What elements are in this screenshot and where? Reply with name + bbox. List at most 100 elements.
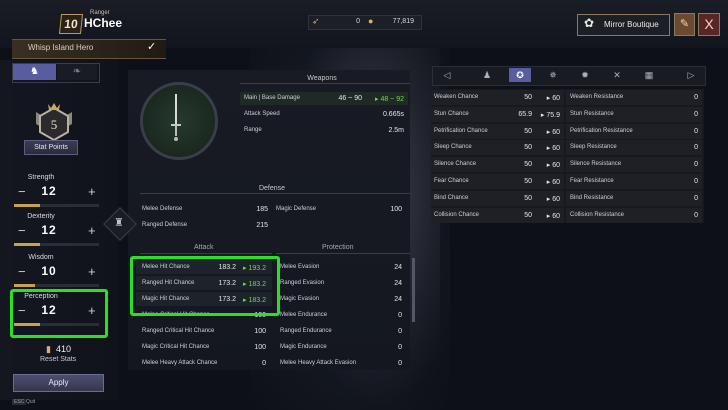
reset-cost: 410	[56, 344, 72, 354]
chance-new: ▸ 60	[546, 162, 560, 169]
reset-stats-button[interactable]: Reset Stats	[40, 356, 76, 363]
melee-defense-label: Melee Defense	[142, 206, 183, 212]
stat-value: 12	[41, 184, 57, 198]
plus-button[interactable]: +	[88, 264, 96, 279]
stat-bar	[14, 243, 99, 246]
resistance-label: Fear Resistance	[570, 178, 614, 184]
perception-highlight	[10, 289, 108, 338]
tab-monster[interactable]: ✹	[574, 68, 596, 82]
tab-other[interactable]: ❧	[57, 64, 97, 80]
attack-row-label: Melee Heavy Attack Chance	[142, 360, 218, 366]
scrollbar[interactable]	[412, 258, 415, 322]
plus-button[interactable]: +	[88, 223, 96, 238]
tab-beast[interactable]: ✵	[542, 68, 564, 82]
resistance-label: Bind Resistance	[570, 195, 614, 201]
resistance-value: 0	[694, 144, 698, 151]
hit-chance-highlight	[130, 256, 280, 316]
check-icon[interactable]: ✓	[147, 40, 156, 53]
resistance-value: 0	[694, 195, 698, 202]
chance-label: Collision Chance	[434, 212, 480, 218]
magic-defense-value: 100	[390, 206, 402, 213]
plus-button[interactable]: +	[88, 184, 96, 199]
attack-row-label: Ranged Critical Hit Chance	[142, 328, 215, 334]
stat-bar-fill	[14, 284, 36, 287]
coin-icon: ●	[368, 16, 374, 26]
tab-stats[interactable]: ♞	[13, 64, 56, 80]
defense-title: Defense	[258, 185, 286, 192]
protection-row-value: 0	[398, 344, 402, 351]
character-name: HChee	[84, 16, 123, 30]
tab-protection[interactable]: Protection	[322, 244, 354, 251]
attack-row-value: 100	[254, 328, 266, 335]
stat-name: Wisdom	[28, 254, 54, 261]
tab-attack[interactable]: Attack	[194, 244, 213, 251]
weapon-base-damage-new: ▸ 48 ~ 92	[374, 96, 404, 103]
resistance-label: Petrification Resistance	[570, 128, 633, 134]
chance-label: Bind Chance	[434, 195, 469, 201]
title-label: Whisp Island Hero	[28, 43, 94, 52]
resistance-value: 0	[694, 161, 698, 168]
attack-speed-value: 0.665s	[382, 111, 404, 118]
ranged-defense-label: Ranged Defense	[142, 222, 188, 228]
mirror-icon: ✿	[584, 16, 595, 30]
chance-label: Petrification Chance	[434, 128, 488, 134]
attack-speed-label: Attack Speed	[244, 111, 280, 117]
resistance-label: Stun Resistance	[570, 111, 614, 117]
currency-b-value: 77,819	[392, 18, 414, 25]
protection-row-value: 0	[398, 312, 402, 319]
range-value: 2.5m	[388, 127, 404, 134]
protection-divider	[276, 253, 410, 254]
protection-row-label: Magic Endurance	[280, 344, 327, 350]
weapons-divider	[240, 83, 410, 84]
chance-new: ▸ 60	[546, 179, 560, 186]
weapon-base-damage-old: 46 ~ 90	[338, 95, 362, 102]
currency-a-value: 0	[356, 18, 360, 25]
protection-row-value: 24	[394, 264, 402, 271]
chance-old: 50	[524, 144, 532, 151]
book-button[interactable]: ✎	[674, 13, 695, 36]
esc-label: Quit	[26, 399, 36, 405]
tab-misc[interactable]: ▦	[638, 68, 660, 82]
chance-new: ▸ 60	[546, 145, 560, 152]
stat-name: Dexterity	[27, 213, 55, 220]
arrow-right-icon[interactable]: ▷	[680, 68, 702, 82]
right-tabs	[432, 66, 706, 86]
resistance-value: 0	[694, 111, 698, 118]
stat-bar	[14, 284, 99, 287]
protection-row-value: 24	[394, 296, 402, 303]
esc-key: ESC	[12, 399, 27, 405]
attack-row-value: 100	[254, 344, 266, 351]
stat-name: Strength	[27, 174, 55, 181]
melee-defense-value: 185	[256, 206, 268, 213]
ranged-defense-value: 215	[256, 222, 268, 229]
close-button[interactable]: X	[698, 13, 720, 36]
attack-row-value: 0	[262, 360, 266, 367]
stat-value: 10	[41, 264, 57, 278]
protection-row-label: Ranged Endurance	[280, 328, 332, 334]
resistance-label: Sleep Resistance	[570, 144, 617, 150]
chance-old: 50	[524, 178, 532, 185]
character-icon: ♜	[114, 217, 124, 229]
resistance-value: 0	[694, 178, 698, 185]
minus-button[interactable]: −	[18, 223, 26, 238]
chance-new: ▸ 60	[546, 95, 560, 102]
resistance-value: 0	[694, 212, 698, 219]
protection-row-label: Melee Endurance	[280, 312, 328, 318]
stat-points-button[interactable]: Stat Points	[24, 140, 78, 155]
tab-crossed-swords[interactable]: ✕	[606, 68, 628, 82]
feather-icon: ➶	[312, 16, 320, 26]
apply-button[interactable]: Apply	[13, 374, 104, 392]
protection-row-value: 0	[398, 328, 402, 335]
minus-button[interactable]: −	[18, 184, 26, 199]
range-label: Range	[244, 127, 262, 133]
stat-points-value: 5	[51, 117, 58, 132]
chance-label: Silence Chance	[434, 161, 477, 167]
chance-label: Sleep Chance	[434, 144, 472, 150]
arrow-left-icon[interactable]: ◁	[436, 68, 458, 82]
tab-status-effects[interactable]: ✪	[509, 68, 531, 82]
minus-button[interactable]: −	[18, 264, 26, 279]
tab-character[interactable]: ♟	[476, 68, 498, 82]
stat-dexterity: Dexterity − 12 +	[12, 211, 102, 255]
resistance-value: 0	[694, 128, 698, 135]
protection-row-label: Melee Heavy Attack Evasion	[280, 360, 357, 366]
